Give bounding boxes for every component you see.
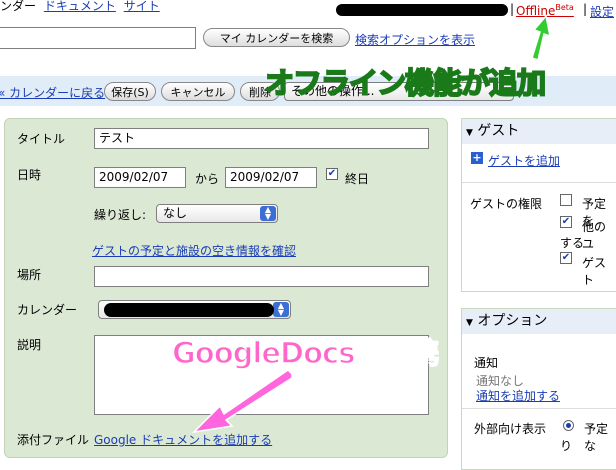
- attachment-label: 添付ファイル: [17, 433, 90, 447]
- start-date-field[interactable]: 2009/02/07: [94, 167, 186, 188]
- guests-divider: [462, 182, 616, 183]
- repeat-value: なし: [163, 206, 188, 220]
- options-header[interactable]: ▼ オプション: [462, 309, 616, 334]
- arrow-green-shape: [531, 14, 551, 60]
- location-field[interactable]: [94, 266, 429, 287]
- perm-invite-checkbox[interactable]: ✔: [560, 216, 572, 228]
- arrow-pink-shape: [191, 370, 293, 434]
- top-nav: ンダー ドキュメント サイト: [0, 0, 160, 14]
- annotation-arrow-pink: [191, 370, 293, 434]
- options-divider: [462, 408, 616, 409]
- perm-see-guests-label: ゲスト: [582, 256, 607, 287]
- redacted-account: [336, 4, 508, 16]
- annotation-arrow-green: [531, 14, 551, 60]
- collapse-triangle-icon: ▼: [466, 318, 473, 328]
- nav-calendar[interactable]: ンダー: [0, 0, 36, 13]
- perm-see-guests-checkbox[interactable]: ✔: [560, 252, 572, 264]
- radio-dot: [566, 423, 571, 428]
- add-guest-link[interactable]: ゲストを追加: [488, 152, 560, 169]
- cancel-button[interactable]: キャンセル: [161, 82, 235, 101]
- annotation-offline-caption: オフライン機能が追加: [264, 65, 547, 101]
- save-button[interactable]: 保存(S): [104, 82, 156, 101]
- calendar-label: カレンダー: [17, 303, 78, 317]
- beta-badge: Beta: [555, 3, 574, 12]
- guests-header[interactable]: ▼ ゲスト: [462, 119, 616, 144]
- availability-link[interactable]: ゲストの予定と施設の空き情報を確認: [92, 242, 296, 259]
- save-shortcut: (S): [133, 86, 149, 99]
- guests-heading: ゲスト: [477, 123, 520, 139]
- date-label: 日時: [17, 168, 42, 182]
- title-field[interactable]: テスト: [94, 128, 429, 149]
- nav-separator-2: |: [583, 2, 588, 16]
- redacted-calendar-name: [104, 303, 274, 317]
- back-to-calendar-link[interactable]: « カレンダーに戻る: [0, 84, 105, 101]
- location-label: 場所: [17, 268, 42, 282]
- options-heading: オプション: [477, 313, 548, 329]
- save-label: 保存: [111, 86, 134, 99]
- select-arrows-icon: ▲ ▼: [273, 302, 289, 317]
- select-arrows-icon: ▲ ▼: [260, 206, 276, 221]
- visibility-value-cont: り: [560, 439, 573, 453]
- perm-modify-checkbox[interactable]: [560, 194, 572, 206]
- reminder-label: 通知: [474, 356, 499, 370]
- all-day-checkbox[interactable]: ✔: [326, 168, 338, 180]
- description-label: 説明: [17, 338, 42, 352]
- settings-link[interactable]: 設定: [590, 3, 614, 20]
- search-input[interactable]: [0, 27, 196, 49]
- collapse-triangle-icon: ▼: [466, 128, 473, 138]
- visibility-label: 外部向け表示: [474, 422, 547, 436]
- search-button[interactable]: マイ カレンダーを検索: [203, 28, 350, 47]
- annotation-docs-caption: GoogleDocsと連携: [171, 335, 440, 371]
- perm-invite-label: 他のユ: [582, 220, 607, 251]
- nav-separator: |: [510, 2, 515, 16]
- add-guest-icon[interactable]: +: [471, 152, 483, 164]
- title-label: タイトル: [17, 132, 66, 146]
- end-date-field[interactable]: 2009/02/07: [225, 167, 317, 188]
- all-day-label: 終日: [345, 172, 370, 186]
- nav-docs-link[interactable]: ドキュメント: [44, 0, 116, 13]
- guest-permissions-label: ゲストの権限: [470, 197, 543, 211]
- repeat-select[interactable]: なし ▲ ▼: [156, 204, 278, 223]
- search-options-link[interactable]: 検索オプションを表示: [355, 31, 475, 48]
- visibility-value: 予定な: [584, 422, 609, 453]
- from-label: から: [195, 172, 220, 186]
- nav-sites-link[interactable]: サイト: [124, 0, 160, 13]
- perm-invite-label-cont: する: [560, 236, 585, 250]
- repeat-label: 繰り返し:: [94, 208, 147, 222]
- visibility-radio[interactable]: [563, 420, 574, 431]
- add-reminder-link[interactable]: 通知を追加する: [476, 387, 560, 404]
